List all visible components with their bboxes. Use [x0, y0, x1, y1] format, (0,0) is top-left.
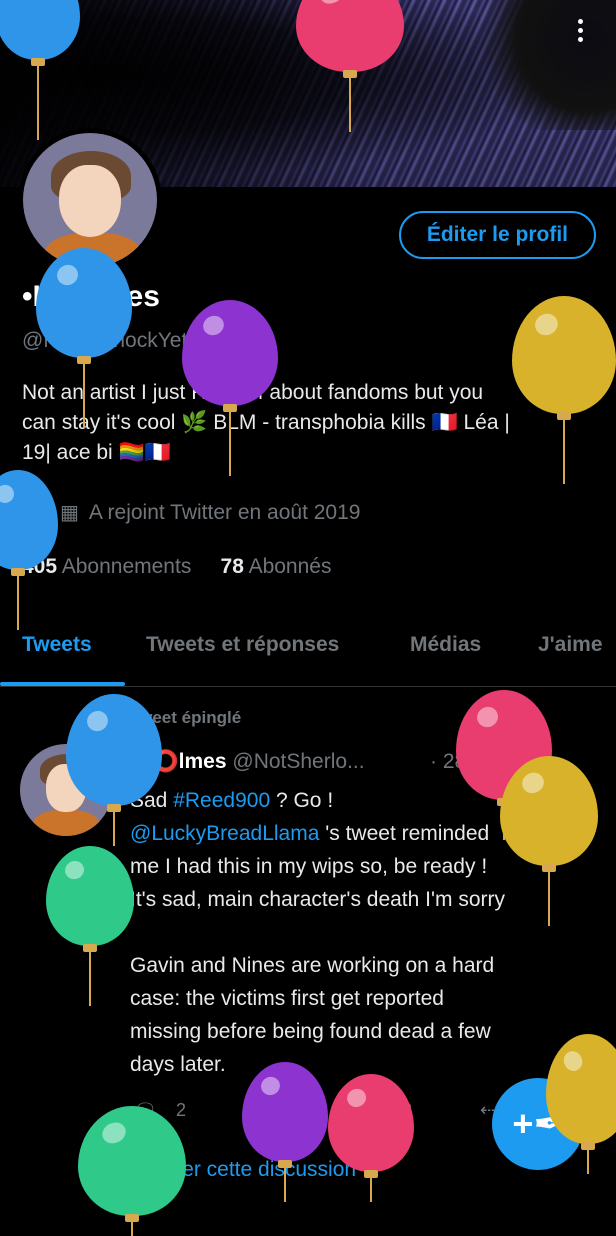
calendar-icon: ▦	[59, 502, 79, 524]
avatar-hoodie	[43, 233, 143, 267]
profile-bio: Not an artist I just RT stuff about fand…	[22, 378, 597, 468]
tweet-line: me I had this in my wips so, be ready !	[130, 855, 488, 878]
tab-tweets-replies[interactable]: Tweets et réponses	[146, 633, 339, 657]
tab-media[interactable]: Médias	[410, 633, 481, 657]
balloon-string	[131, 1216, 133, 1236]
like-icon[interactable]: ♡	[366, 1100, 382, 1121]
tweet-line: case: the victims first get reported	[130, 987, 444, 1010]
tweet-header: •H⭕lmes @NotSherlo... · 28 juin 20	[130, 750, 534, 774]
follow-stats: 405 Abonnements 78 Abonnés	[22, 555, 331, 579]
bio-line: can stay it's cool 🌿 BLM - transphobia k…	[22, 411, 510, 434]
tweet-line: days later.	[130, 1053, 226, 1076]
tweet-line: @LuckyBreadLlama 's tweet reminded	[130, 817, 590, 850]
tweet-text-run: 's tweet reminded	[319, 822, 490, 845]
followers-count: 78	[220, 555, 244, 578]
edit-profile-button[interactable]: Éditer le profil	[398, 211, 596, 259]
followers-label: Abonnés	[248, 555, 332, 578]
avatar-face	[46, 764, 86, 812]
followers-link[interactable]: 78 Abonnés	[221, 555, 332, 578]
tweet-author-handle[interactable]: @NotSherlo...	[232, 750, 364, 773]
tweet-author-name[interactable]: •H⭕lmes	[130, 750, 227, 773]
profile-tabs: Tweets Tweets et réponses Médias J'aime	[0, 620, 616, 687]
reply-count: 2	[176, 1100, 187, 1120]
mention-link[interactable]: @LuckyBreadLlama	[130, 822, 319, 845]
tab-likes[interactable]: J'aime	[538, 633, 603, 657]
arrow-left-icon: ←	[23, 14, 49, 45]
tab-tweets[interactable]: Tweets	[22, 633, 92, 657]
more-options-button[interactable]	[558, 8, 602, 52]
balloon-body	[46, 846, 134, 946]
balloon-knot	[581, 1142, 595, 1150]
retweet-icon[interactable]: ⇅	[256, 1100, 271, 1121]
display-name: •H⭕lmes	[22, 280, 160, 313]
tweet-actions: 🗨 2 ⇅ 5 ♡ 8 ⇠	[130, 1100, 510, 1130]
balloon-string	[113, 806, 115, 846]
following-link[interactable]: 405 Abonnements	[22, 555, 191, 578]
tweet-date[interactable]: · 28 juin 20	[430, 750, 534, 774]
avatar-image	[23, 133, 157, 267]
avatar-hoodie	[32, 810, 100, 836]
retweet-count: 5	[292, 1100, 303, 1120]
like-count: 8	[402, 1100, 413, 1120]
more-vertical-icon	[577, 18, 583, 24]
more-dot	[577, 36, 583, 42]
reply-icon[interactable]: 🗨	[134, 1100, 157, 1121]
compose-tweet-button[interactable]: +✒	[492, 1078, 584, 1170]
following-count: 405	[22, 555, 58, 578]
bio-line: Not an artist I just RT stuff about fand…	[22, 381, 484, 404]
tweet-line: It's sad, main character's death I'm sor…	[130, 888, 505, 911]
tweet-text: Sad #Reed900 ? Go ! @LuckyBreadLlama 's …	[130, 784, 590, 1081]
tweet-line: Gavin and Nines are working on a hard	[130, 954, 495, 977]
tweet-text-run: ? Go !	[270, 789, 334, 812]
balloon-string	[370, 1172, 372, 1202]
compose-feather-icon: +✒	[512, 1103, 564, 1144]
avatar-face	[59, 165, 121, 237]
hashtag-link[interactable]: #Reed900	[173, 789, 270, 812]
tweet-line: Sad #Reed900 ? Go !	[130, 784, 590, 817]
following-label: Abonnements	[61, 555, 192, 578]
active-tab-indicator	[0, 682, 125, 686]
bio-line: 19| ace bi 🏳️‍🌈🇫🇷	[22, 441, 171, 464]
tweet-line: missing before being found dead a few	[130, 1020, 491, 1043]
profile-avatar[interactable]	[18, 128, 162, 272]
balloon-knot	[77, 356, 91, 364]
balloon-knot	[364, 1170, 378, 1178]
location-pin-icon: ●	[22, 501, 35, 523]
balloon-knot	[125, 1214, 139, 1222]
more-dot	[577, 27, 583, 33]
pinned-label: Tweet épinglé	[130, 708, 242, 727]
balloon-knot	[83, 944, 97, 952]
back-button[interactable]: ←	[14, 8, 58, 52]
location-text: .	[44, 500, 50, 524]
pin-icon: 📌	[88, 706, 111, 726]
profile-meta: ● . ▦ A rejoint Twitter en août 2019	[22, 500, 360, 525]
tweet-text-run: Sad	[130, 789, 174, 812]
balloon-string	[587, 1144, 589, 1174]
user-handle: @NotSherlockYet	[22, 329, 188, 352]
joined-date: A rejoint Twitter en août 2019	[88, 500, 361, 524]
balloon-green	[46, 846, 134, 1006]
balloon-string	[89, 946, 91, 1006]
show-thread-link[interactable]: Afficher cette discussion	[130, 1158, 356, 1182]
tweet-avatar[interactable]	[20, 744, 112, 836]
